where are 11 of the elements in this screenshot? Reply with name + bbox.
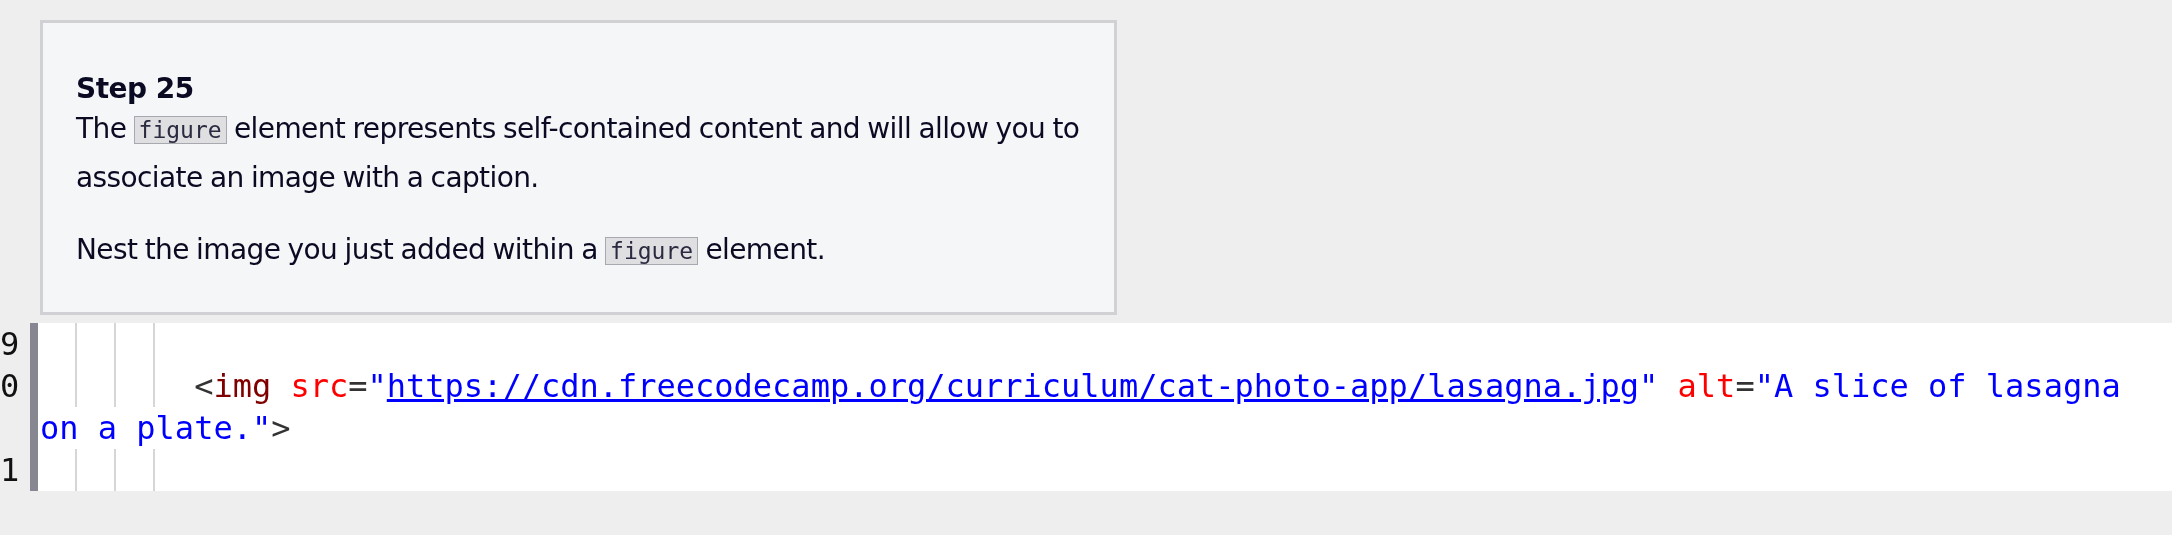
code-line: <img src="https://cdn.freecodecamp.org/curriculum/cat-photo-app/lasagna.jpg" alt="A slice of lasagna xyxy=(194,366,2121,407)
inline-code: figure xyxy=(605,237,699,265)
code-line: on a plate."> xyxy=(40,408,291,449)
paragraph: Nest the image you just added within a figure element. xyxy=(76,232,826,268)
line-number: 0 xyxy=(0,366,21,407)
code-link[interactable]: https://cdn.freecodecamp.org/curriculum/cat-photo-app/lasagna.jpg xyxy=(386,367,1640,405)
step-title: Step 25 xyxy=(76,73,195,105)
inline-code: figure xyxy=(133,116,227,144)
line-number: 1 xyxy=(0,450,21,491)
paragraph: The figure element represents self-contained content and will allow you to associate an image with a caption. xyxy=(76,111,1081,196)
line-number: 9 xyxy=(0,324,21,365)
